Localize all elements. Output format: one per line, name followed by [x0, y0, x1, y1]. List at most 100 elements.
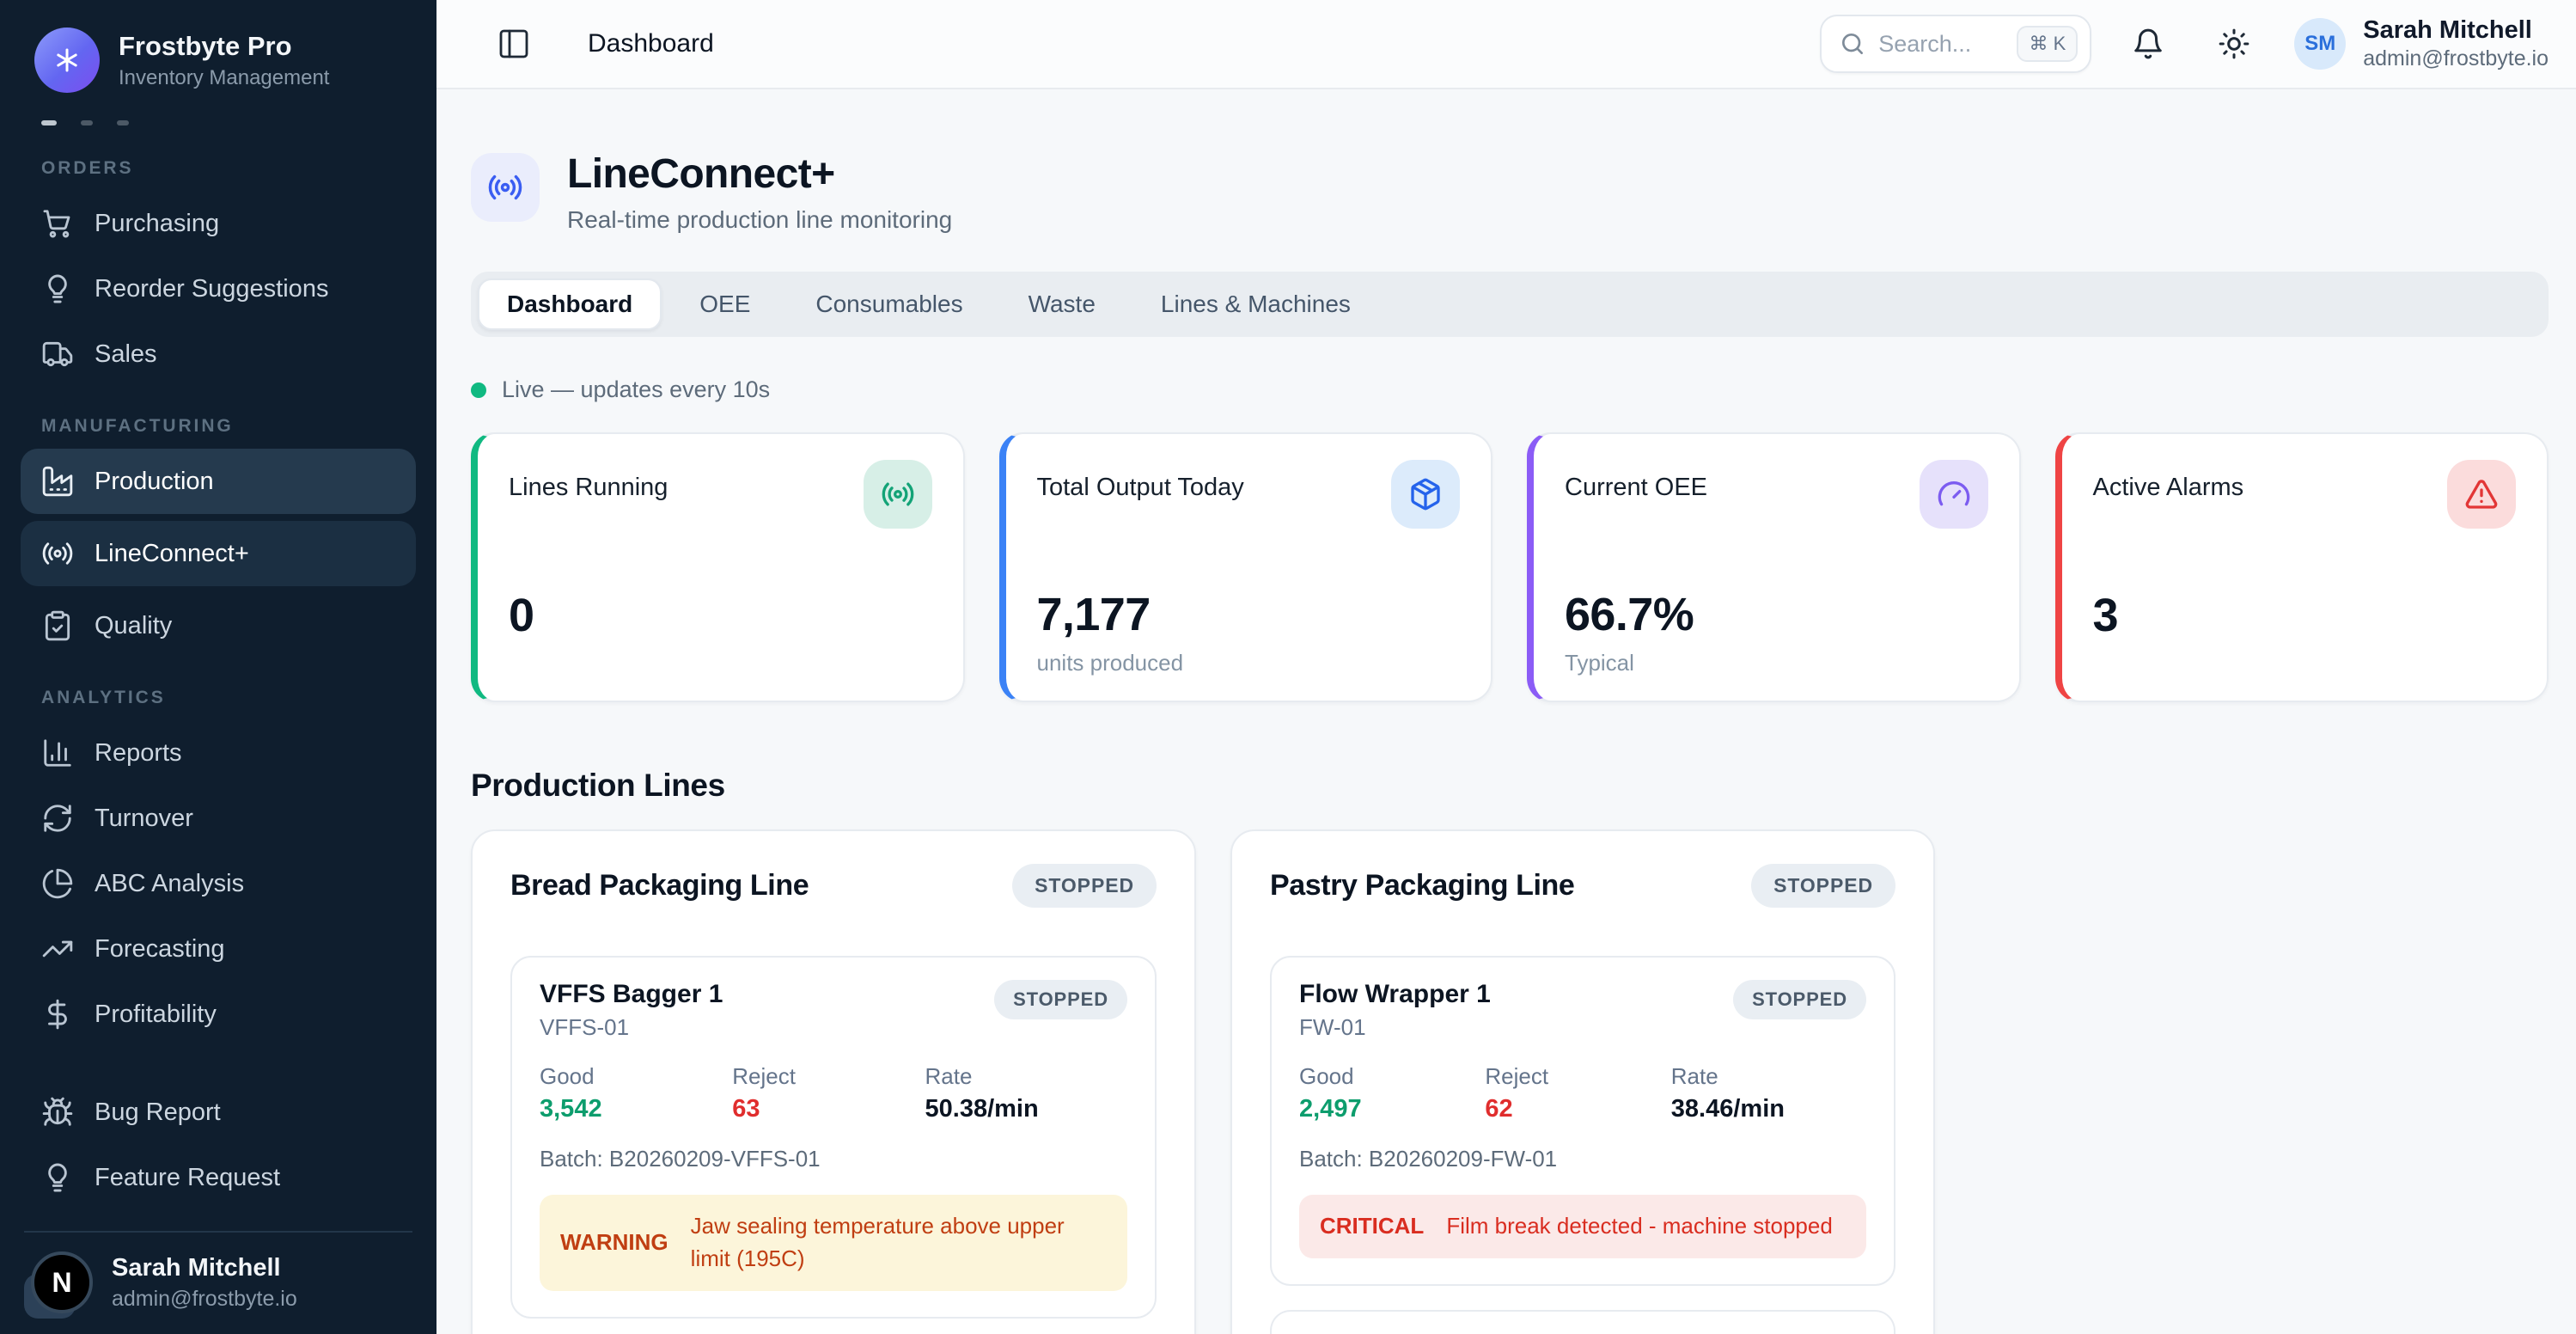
batch-label: Batch: B20260209-VFFS-01: [540, 1146, 1127, 1172]
gauge-icon: [1937, 477, 1971, 511]
metric-label-reject: Reject: [1485, 1063, 1670, 1090]
live-text: Live — updates every 10s: [502, 376, 770, 403]
section-label-orders: ORDERS: [41, 158, 395, 179]
machine-code: FW-01: [1299, 1014, 1491, 1041]
machine-card-vffs-bagger-1: VFFS Bagger 1 VFFS-01 STOPPED Good 3,542: [510, 956, 1157, 1318]
section-label-analytics: ANALYTICS: [41, 688, 395, 708]
page-header-text: LineConnect+ Real-time production line m…: [567, 153, 952, 234]
sidebar-item-quality[interactable]: Quality: [21, 593, 416, 658]
pie-chart-icon: [41, 867, 74, 900]
asterisk-icon: [52, 45, 82, 76]
brand[interactable]: Frostbyte Pro Inventory Management: [21, 24, 416, 96]
line-name: Bread Packaging Line: [510, 869, 809, 903]
metric-label-rate: Rate: [1671, 1063, 1866, 1090]
clipped-text-fragment: [81, 120, 93, 125]
sidebar-item-profitability[interactable]: Profitability: [21, 982, 416, 1047]
tab-oee[interactable]: OEE: [672, 280, 778, 328]
alert-message: Jaw sealing temperature above upper limi…: [691, 1210, 1107, 1275]
avatar: N: [31, 1251, 93, 1313]
sidebar-item-sales[interactable]: Sales: [21, 321, 416, 387]
topbar-title: Dashboard: [588, 29, 714, 58]
refresh-icon: [41, 802, 74, 835]
stat-sublabel: units produced: [1037, 650, 1461, 676]
metric-value-rate: 38.46/min: [1671, 1095, 1866, 1123]
metric-value-reject: 62: [1485, 1095, 1670, 1123]
metric-value-good: 2,497: [1299, 1095, 1485, 1123]
sidebar-item-label: Profitability: [95, 1001, 217, 1029]
alert-banner-critical: CRITICAL Film break detected - machine s…: [1299, 1195, 1866, 1258]
sidebar-item-reports[interactable]: Reports: [21, 720, 416, 786]
cart-icon: [41, 207, 74, 240]
machine-metrics: Good 2,497 Reject 62 Rate 38.46/min: [1299, 1063, 1866, 1123]
sidebar-item-turnover[interactable]: Turnover: [21, 786, 416, 851]
sun-icon: [2218, 28, 2250, 60]
sidebar-toggle-button[interactable]: [488, 18, 540, 70]
sidebar-item-purchasing[interactable]: Purchasing: [21, 191, 416, 256]
metric-value-good: 3,542: [540, 1095, 732, 1123]
avatar: SM: [2294, 18, 2346, 70]
sidebar-item-production[interactable]: Production: [21, 449, 416, 514]
search-box[interactable]: ⌘ K: [1820, 15, 2091, 73]
stat-sublabel: Typical: [1565, 650, 1988, 676]
stat-label: Active Alarms: [2093, 474, 2244, 502]
sidebar-item-label: ABC Analysis: [95, 870, 244, 898]
machine-card-case-packer-2: Case Packer 2 STOPPED: [1270, 1310, 1895, 1334]
batch-label: Batch: B20260209-FW-01: [1299, 1146, 1866, 1172]
tab-consumables[interactable]: Consumables: [788, 280, 990, 328]
user-name: Sarah Mitchell: [112, 1253, 297, 1283]
metric-label-reject: Reject: [732, 1063, 925, 1090]
stat-label: Total Output Today: [1037, 474, 1244, 502]
search-shortcut-kbd: ⌘ K: [2017, 26, 2078, 62]
section-label-manufacturing: MANUFACTURING: [41, 416, 395, 437]
stat-icon-badge: [864, 460, 932, 529]
brand-subtitle: Inventory Management: [119, 66, 329, 90]
sidebar-item-label: Bug Report: [95, 1098, 221, 1127]
sidebar-item-feature-request[interactable]: Feature Request: [21, 1145, 416, 1210]
sidebar-item-forecasting[interactable]: Forecasting: [21, 916, 416, 982]
live-dot-icon: [471, 382, 486, 398]
sidebar-item-reorder-suggestions[interactable]: Reorder Suggestions: [21, 256, 416, 321]
search-input[interactable]: [1878, 31, 2005, 58]
sidebar-item-label: LineConnect+: [95, 540, 249, 568]
sidebar-item-bug-report[interactable]: Bug Report: [21, 1080, 416, 1145]
topbar-user-text: Sarah Mitchell admin@frostbyte.io: [2363, 16, 2549, 71]
brand-title: Frostbyte Pro: [119, 30, 329, 62]
alert-level: WARNING: [560, 1227, 668, 1259]
sidebar-item-abc-analysis[interactable]: ABC Analysis: [21, 851, 416, 916]
sidebar-user-text: Sarah Mitchell admin@frostbyte.io: [112, 1253, 297, 1312]
tab-lines-machines[interactable]: Lines & Machines: [1133, 280, 1378, 328]
stat-value: 7,177: [1037, 588, 1461, 641]
page-header: LineConnect+ Real-time production line m…: [471, 153, 2549, 234]
sidebar-item-label: Feature Request: [95, 1164, 280, 1192]
stat-icon-badge: [1391, 460, 1460, 529]
lightbulb-icon: [41, 1161, 74, 1194]
tab-waste[interactable]: Waste: [1001, 280, 1123, 328]
tab-dashboard[interactable]: Dashboard: [478, 278, 662, 330]
stat-card-lines-running: Lines Running 0: [471, 432, 965, 702]
line-card-bread-packaging: Bread Packaging Line STOPPED VFFS Bagger…: [471, 829, 1196, 1334]
notifications-button[interactable]: [2119, 15, 2177, 73]
sidebar-item-label: Turnover: [95, 805, 193, 833]
theme-toggle-button[interactable]: [2205, 15, 2263, 73]
stat-sublabel: [509, 651, 932, 676]
stat-value: 0: [509, 589, 932, 642]
tab-bar: Dashboard OEE Consumables Waste Lines & …: [471, 272, 2549, 337]
bug-icon: [41, 1096, 74, 1129]
line-name: Pastry Packaging Line: [1270, 869, 1574, 903]
clipped-icon-fragment: [41, 120, 57, 125]
user-name: Sarah Mitchell: [2363, 16, 2549, 45]
machine-metrics: Good 3,542 Reject 63 Rate 50.38/min: [540, 1063, 1127, 1123]
user-email: admin@frostbyte.io: [112, 1287, 297, 1312]
bar-chart-icon: [41, 737, 74, 769]
machine-name: VFFS Bagger 1: [540, 980, 723, 1009]
topbar-user[interactable]: SM Sarah Mitchell admin@frostbyte.io: [2294, 16, 2549, 71]
stat-value: 3: [2093, 589, 2517, 642]
sidebar-spacer: [21, 1047, 416, 1080]
sidebar-item-label: Forecasting: [95, 935, 225, 964]
sidebar-user[interactable]: N Sarah Mitchell admin@frostbyte.io: [21, 1233, 416, 1317]
production-lines-grid: Bread Packaging Line STOPPED VFFS Bagger…: [471, 829, 2549, 1334]
factory-icon: [41, 465, 74, 498]
stat-label: Current OEE: [1565, 474, 1707, 502]
sidebar-item-lineconnect[interactable]: LineConnect+: [21, 521, 416, 586]
sidebar: Frostbyte Pro Inventory Management ORDER…: [0, 0, 436, 1334]
